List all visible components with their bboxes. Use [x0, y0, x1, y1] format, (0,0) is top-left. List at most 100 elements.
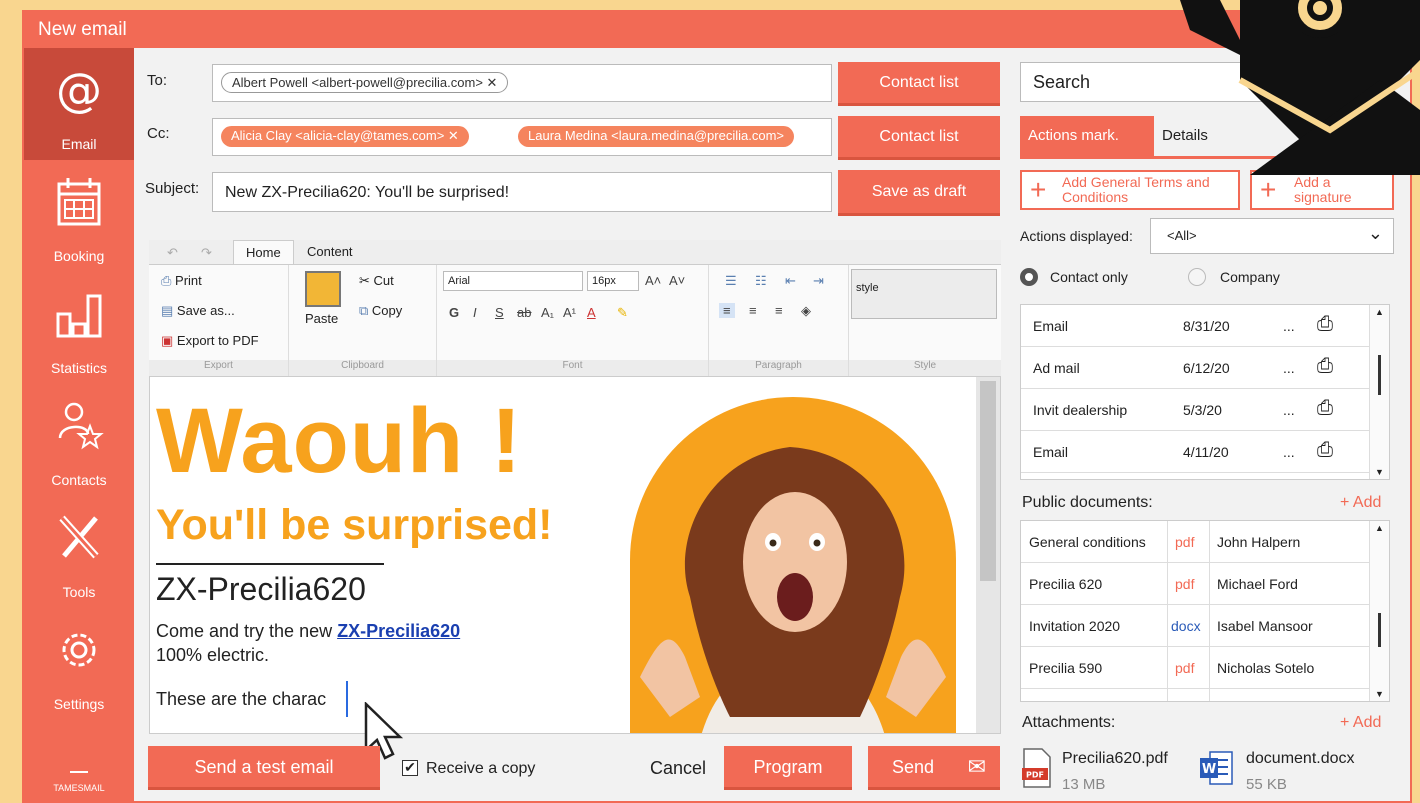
- print-button[interactable]: ⎙ Print: [161, 273, 202, 289]
- subject-input[interactable]: New ZX-Precilia620: You'll be surprised!: [212, 172, 832, 212]
- table-row[interactable]: Precilia 590 pdf Nicholas Sotelo: [1021, 647, 1369, 689]
- font-family-select[interactable]: Arial: [443, 271, 583, 291]
- scroll-up-icon[interactable]: ▲: [1375, 307, 1384, 317]
- paste-button[interactable]: Paste: [305, 311, 338, 326]
- sidebar-item-statistics[interactable]: Statistics: [24, 272, 134, 384]
- program-button[interactable]: Program: [724, 746, 852, 790]
- printer-icon[interactable]: ⎙: [1317, 397, 1333, 420]
- table-row[interactable]: Invitation 2020 docx Isabel Mansoor: [1021, 605, 1369, 647]
- more-button[interactable]: ...: [1283, 360, 1295, 376]
- list-item[interactable]: Ad mail 6/12/20 ... ⎙: [1021, 347, 1369, 389]
- superscript-icon[interactable]: A¹: [563, 305, 576, 320]
- export-pdf-button[interactable]: ▣ Export to PDF: [161, 333, 259, 349]
- tab-home[interactable]: Home: [233, 240, 294, 264]
- table-row[interactable]: Precilia 620 pdf Michael Ford: [1021, 563, 1369, 605]
- italic-button[interactable]: I: [473, 305, 477, 320]
- style-select[interactable]: style: [851, 269, 997, 319]
- editor-scrollbar[interactable]: [976, 377, 1000, 733]
- sidebar-item-settings[interactable]: Settings: [24, 608, 134, 720]
- bullet-list-icon[interactable]: ☰: [725, 273, 737, 289]
- outdent-icon[interactable]: ⇤: [785, 273, 796, 289]
- model-name: ZX-Precilia620: [156, 571, 366, 607]
- save-draft-button[interactable]: Save as draft: [838, 170, 1000, 216]
- undo-icon[interactable]: ↶: [167, 245, 178, 261]
- attachment-item[interactable]: W document.docx 55 KB: [1200, 746, 1390, 796]
- add-terms-button[interactable]: + Add General Terms and Conditions: [1020, 170, 1240, 210]
- cut-label: Cut: [373, 273, 394, 288]
- actions-scrollbar[interactable]: ▲ ▼: [1369, 305, 1389, 479]
- radio-contact-only[interactable]: [1020, 268, 1038, 286]
- receive-copy-checkbox[interactable]: ✔: [402, 760, 418, 776]
- documents-scrollbar[interactable]: ▲ ▼: [1369, 521, 1389, 701]
- recipient-chip[interactable]: Albert Powell <albert-powell@precilia.co…: [221, 72, 509, 93]
- font-color-icon[interactable]: A: [587, 305, 596, 320]
- gear-icon: [62, 633, 96, 667]
- action-name: Ad mail: [1033, 360, 1080, 376]
- sidebar-item-tools[interactable]: Tools: [24, 496, 134, 608]
- radio-company[interactable]: [1188, 268, 1206, 286]
- printer-icon[interactable]: ⎙: [1317, 439, 1333, 462]
- printer-icon[interactable]: ⎙: [1317, 355, 1333, 378]
- highlight-icon[interactable]: ✎: [617, 305, 628, 321]
- sidebar-item-contacts[interactable]: Contacts: [24, 384, 134, 496]
- shrink-font-icon[interactable]: A˅: [669, 273, 685, 288]
- printer-icon: ⎙: [161, 273, 172, 288]
- scrollbar-thumb[interactable]: [1378, 355, 1381, 395]
- grow-font-icon[interactable]: A˄: [645, 273, 661, 288]
- scroll-up-icon[interactable]: ▲: [1375, 523, 1384, 533]
- sidebar-item-email[interactable]: @ Email: [24, 48, 134, 160]
- tab-content[interactable]: Content: [295, 240, 365, 264]
- list-item[interactable]: Invit dealership 5/3/20 ... ⎙: [1021, 389, 1369, 431]
- to-field[interactable]: Albert Powell <albert-powell@precilia.co…: [212, 64, 832, 102]
- numbered-list-icon[interactable]: ☷: [755, 273, 767, 289]
- add-signature-button[interactable]: + Add a signature: [1250, 170, 1394, 210]
- more-button[interactable]: ...: [1283, 444, 1295, 460]
- align-right-icon[interactable]: ≡: [775, 303, 783, 318]
- cc-field[interactable]: Alicia Clay <alicia-clay@tames.com> ✕ La…: [212, 118, 832, 156]
- cc-contact-list-button[interactable]: Contact list: [838, 116, 1000, 160]
- cc-chip[interactable]: Laura Medina <laura.medina@precilia.com>: [518, 126, 795, 147]
- scroll-down-icon[interactable]: ▼: [1375, 467, 1384, 477]
- clipboard-group: Paste ✂ Cut ⧉ Copy Clipboard: [289, 265, 437, 376]
- more-button[interactable]: ...: [1283, 402, 1295, 418]
- fill-color-icon[interactable]: ◈: [801, 303, 811, 319]
- add-attachment-link[interactable]: + Add: [1340, 714, 1381, 732]
- tools-icon: [59, 515, 99, 559]
- body-line-1-text: Come and try the new: [156, 621, 338, 641]
- bold-button[interactable]: G: [449, 305, 459, 320]
- product-link[interactable]: ZX-Precilia620: [337, 621, 460, 641]
- cc-chip[interactable]: Alicia Clay <alicia-clay@tames.com> ✕: [221, 126, 469, 147]
- svg-text:PDF: PDF: [1026, 771, 1044, 780]
- list-item[interactable]: Email 8/31/20 ... ⎙: [1021, 305, 1369, 347]
- cancel-button[interactable]: Cancel: [650, 758, 706, 779]
- add-public-document-link[interactable]: + Add: [1340, 494, 1381, 512]
- scroll-down-icon[interactable]: ▼: [1375, 689, 1384, 699]
- scrollbar-thumb[interactable]: [1378, 613, 1381, 647]
- to-contact-list-button[interactable]: Contact list: [838, 62, 1000, 106]
- send-test-email-button[interactable]: Send a test email: [148, 746, 380, 790]
- scrollbar-thumb[interactable]: [980, 381, 996, 581]
- save-as-button[interactable]: ▤ Save as...: [161, 303, 235, 319]
- indent-icon[interactable]: ⇥: [813, 273, 824, 289]
- send-button[interactable]: Send ✉: [868, 746, 1000, 790]
- strikethrough-icon[interactable]: ab: [517, 305, 531, 320]
- table-row[interactable]: General conditions pdf John Halpern: [1021, 521, 1369, 563]
- more-button[interactable]: ...: [1283, 318, 1295, 334]
- cut-button[interactable]: ✂ Cut: [359, 273, 394, 289]
- subscript-icon[interactable]: A₁: [541, 305, 554, 320]
- align-center-icon[interactable]: ≡: [749, 303, 757, 318]
- sidebar-item-booking[interactable]: Booking: [24, 160, 134, 272]
- printer-icon[interactable]: ⎙: [1317, 313, 1333, 336]
- align-left-icon[interactable]: ≡: [719, 303, 735, 318]
- attachment-name: Precilia620.pdf: [1062, 750, 1168, 767]
- copy-button[interactable]: ⧉ Copy: [359, 303, 402, 319]
- list-item[interactable]: Email 4/11/20 ... ⎙: [1021, 431, 1369, 473]
- email-body-editor[interactable]: Waouh ! You'll be surprised! ZX-Precilia…: [149, 376, 1001, 734]
- underline-button[interactable]: S: [495, 305, 504, 320]
- redo-icon[interactable]: ↷: [201, 245, 212, 261]
- svg-text:@: @: [56, 63, 102, 117]
- font-size-select[interactable]: 16px: [587, 271, 639, 291]
- at-icon: @: [56, 63, 102, 117]
- actions-displayed-select[interactable]: <All> ⌄: [1150, 218, 1394, 254]
- attachment-item[interactable]: PDF Precilia620.pdf 13 MB: [1022, 746, 1194, 796]
